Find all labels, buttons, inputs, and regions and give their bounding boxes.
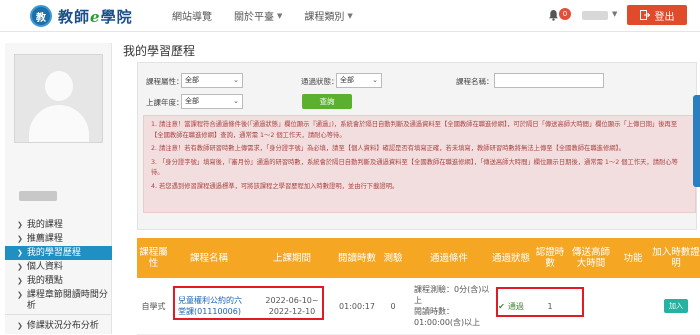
- user-display-name-redacted: [19, 191, 57, 201]
- th-pass-status: 通過狀態: [491, 252, 530, 264]
- course-attr-label: 課程屬性：: [146, 77, 184, 86]
- notice-item: 4. 若您遇到修習課程通過標準，可將該課程之學習歷程加入時數證明，並由行下載證明…: [151, 182, 399, 190]
- cell-add: 加入: [652, 278, 700, 334]
- logo-emblem-icon: 教: [30, 5, 52, 27]
- top-navbar: 教 教師e學院 網站導覽 關於平臺 ▼ 課程類別 ▼ 0 ▼ 登出: [0, 0, 700, 32]
- sidebar-item-label: 我的課程: [26, 219, 63, 230]
- add-certificate-button[interactable]: 加入: [664, 299, 688, 313]
- pass-status-value: 全部: [340, 76, 354, 84]
- logo-text-e: e: [90, 7, 101, 26]
- sidebar-item-label: 修課狀況分布分析: [26, 320, 99, 331]
- sidebar-item-label: 個人資料: [26, 261, 63, 272]
- scrollbar-thumb[interactable]: [693, 95, 700, 187]
- cell-course-attr: 自學式: [141, 301, 166, 311]
- nav-about-label: 關於平臺: [234, 12, 274, 23]
- year-value: 全部: [185, 97, 199, 105]
- sidebar-menu: ❯ 我的課程 ❯ 推薦課程 ❯ 我的學習歷程 ❯ 個人資料 ❯ 我的積點 ❯ 課程章節閱讀時…: [5, 218, 112, 333]
- main-nav: 網站導覽 關於平臺 ▼ 課程類別 ▼: [172, 8, 375, 24]
- query-button[interactable]: 查詢: [302, 94, 352, 109]
- avatar-body: [29, 105, 89, 142]
- page-title: 我的學習歷程: [123, 44, 196, 58]
- highlight-box-status: [496, 287, 584, 317]
- sidebar-item-learning-history[interactable]: ❯ 我的學習歷程: [5, 246, 112, 260]
- pass-status-label: 通過狀態：: [301, 77, 339, 86]
- chevron-down-icon: ▼: [347, 11, 353, 20]
- cell-test: 0: [390, 301, 396, 311]
- th-course-attr: 課程屬性: [139, 247, 168, 269]
- chevron-down-icon: ▼: [277, 11, 283, 20]
- nav-about[interactable]: 關於平臺 ▼: [234, 8, 283, 24]
- chevron-down-icon: ⌄: [233, 76, 239, 84]
- nav-course-categories-label: 課程類別: [304, 12, 345, 23]
- sidebar-item-reading-time-analysis[interactable]: ❯ 課程章節閱讀時間分析: [5, 288, 112, 312]
- th-cert-hours: 認證時數: [535, 247, 565, 269]
- avatar: [14, 54, 103, 143]
- chevron-right-icon: ❯: [17, 291, 23, 299]
- nav-site-map[interactable]: 網站導覽: [172, 8, 212, 23]
- notice-box: 1. 請注意！當課程符合通過條件後(「通過狀態」欄位顯示『通過』)，系統會於隔日…: [143, 115, 696, 213]
- sidebar-item-status-analysis[interactable]: ❯ 修課狀況分布分析: [5, 319, 112, 333]
- logout-icon: [639, 10, 650, 20]
- sidebar-item-profile[interactable]: ❯ 個人資料: [5, 260, 112, 274]
- chevron-right-icon: ❯: [17, 234, 23, 243]
- chevron-right-icon: ❯: [17, 276, 23, 285]
- sidebar-item-label: 課程章節閱讀時間分析: [26, 290, 108, 311]
- notification-badge: 0: [559, 8, 571, 20]
- bell-icon[interactable]: [548, 9, 559, 21]
- sidebar-item-label: 推薦課程: [26, 233, 63, 244]
- site-logo[interactable]: 教 教師e學院: [30, 5, 133, 27]
- sidebar-item-recommended[interactable]: ❯ 推薦課程: [5, 232, 112, 246]
- th-read-time: 閱讀時數: [337, 252, 376, 264]
- sidebar: ❯ 我的課程 ❯ 推薦課程 ❯ 我的學習歷程 ❯ 個人資料 ❯ 我的積點 ❯ 課程章節閱讀時…: [5, 43, 112, 334]
- notice-item: 2. 請注意！若有教師研習時數上傳需求，「身分證字號」為必填，請至【個人資料】確…: [151, 145, 625, 152]
- logout-label: 登出: [654, 11, 675, 23]
- chevron-right-icon: ❯: [17, 220, 23, 229]
- sidebar-item-my-courses[interactable]: ❯ 我的課程: [5, 218, 112, 232]
- th-pass-condition: 通過條件: [429, 252, 468, 264]
- table-header: 課程屬性 課程名稱 上課期間 閱讀時數 測驗 通過條件 通過狀態 認證時數 傳送…: [137, 238, 700, 278]
- th-test: 測驗: [383, 252, 403, 264]
- th-sent-time: 傳送高師大時間: [571, 247, 610, 269]
- chevron-down-icon: ⌄: [233, 97, 239, 105]
- chevron-down-icon[interactable]: ▼: [612, 10, 617, 18]
- sidebar-divider: [5, 314, 112, 315]
- logo-text-a: 教師: [58, 7, 91, 26]
- chevron-right-icon: ❯: [17, 321, 23, 330]
- chevron-right-icon: ❯: [17, 248, 23, 257]
- logout-button[interactable]: 登出: [627, 5, 687, 25]
- nav-course-categories[interactable]: 課程類別 ▼: [304, 8, 353, 24]
- sidebar-item-points[interactable]: ❯ 我的積點: [5, 274, 112, 288]
- year-select[interactable]: 全部 ⌄: [181, 94, 243, 109]
- filter-panel: 課程屬性： 全部 ⌄ 通過狀態： 全部 ⌄ 課程名稱： 上課年度： 全部 ⌄ 查詢 1…: [137, 62, 697, 230]
- avatar-head: [45, 71, 73, 101]
- th-add-certificate: 加入時數證明: [652, 247, 700, 269]
- course-attr-select[interactable]: 全部 ⌄: [181, 73, 243, 88]
- nav-site-map-label: 網站導覽: [172, 12, 212, 23]
- condition-test: 課程測驗：0分(含)以上: [414, 285, 490, 305]
- course-name-label: 課程名稱：: [456, 77, 494, 86]
- course-name-input[interactable]: [494, 73, 604, 88]
- cell-function: [614, 278, 652, 334]
- sidebar-item-label: 我的積點: [26, 275, 63, 286]
- chevron-right-icon: ❯: [17, 262, 23, 271]
- th-course-name: 課程名稱: [189, 252, 228, 264]
- course-attr-value: 全部: [185, 76, 199, 84]
- highlight-box-course: [173, 286, 324, 320]
- logo-text-b: 學院: [100, 7, 133, 26]
- cell-read-time: 01:00:17: [339, 301, 375, 311]
- condition-reading: 閱讀時數：01:00:00(含)以上: [414, 307, 481, 327]
- notice-item: 3. 「身分證字號」填寫後，『審月份』通過的研習時數，系統會於隔日自動判斷及通過…: [151, 158, 678, 177]
- th-function: 功能: [623, 252, 643, 264]
- user-name-redacted[interactable]: [582, 11, 608, 20]
- sidebar-item-label: 我的學習歷程: [26, 247, 81, 258]
- pass-status-select[interactable]: 全部 ⌄: [336, 73, 382, 88]
- chevron-down-icon: ⌄: [372, 76, 378, 84]
- th-period: 上課期間: [272, 252, 311, 264]
- logo-text: 教師e學院: [58, 6, 133, 27]
- cell-pass-condition: 課程測驗：0分(含)以上 閱讀時數：01:00:00(含)以上: [408, 278, 490, 334]
- year-label: 上課年度：: [146, 98, 184, 107]
- notice-item: 1. 請注意！當課程符合通過條件後(「通過狀態」欄位顯示『通過』)，系統會於隔日…: [151, 121, 678, 139]
